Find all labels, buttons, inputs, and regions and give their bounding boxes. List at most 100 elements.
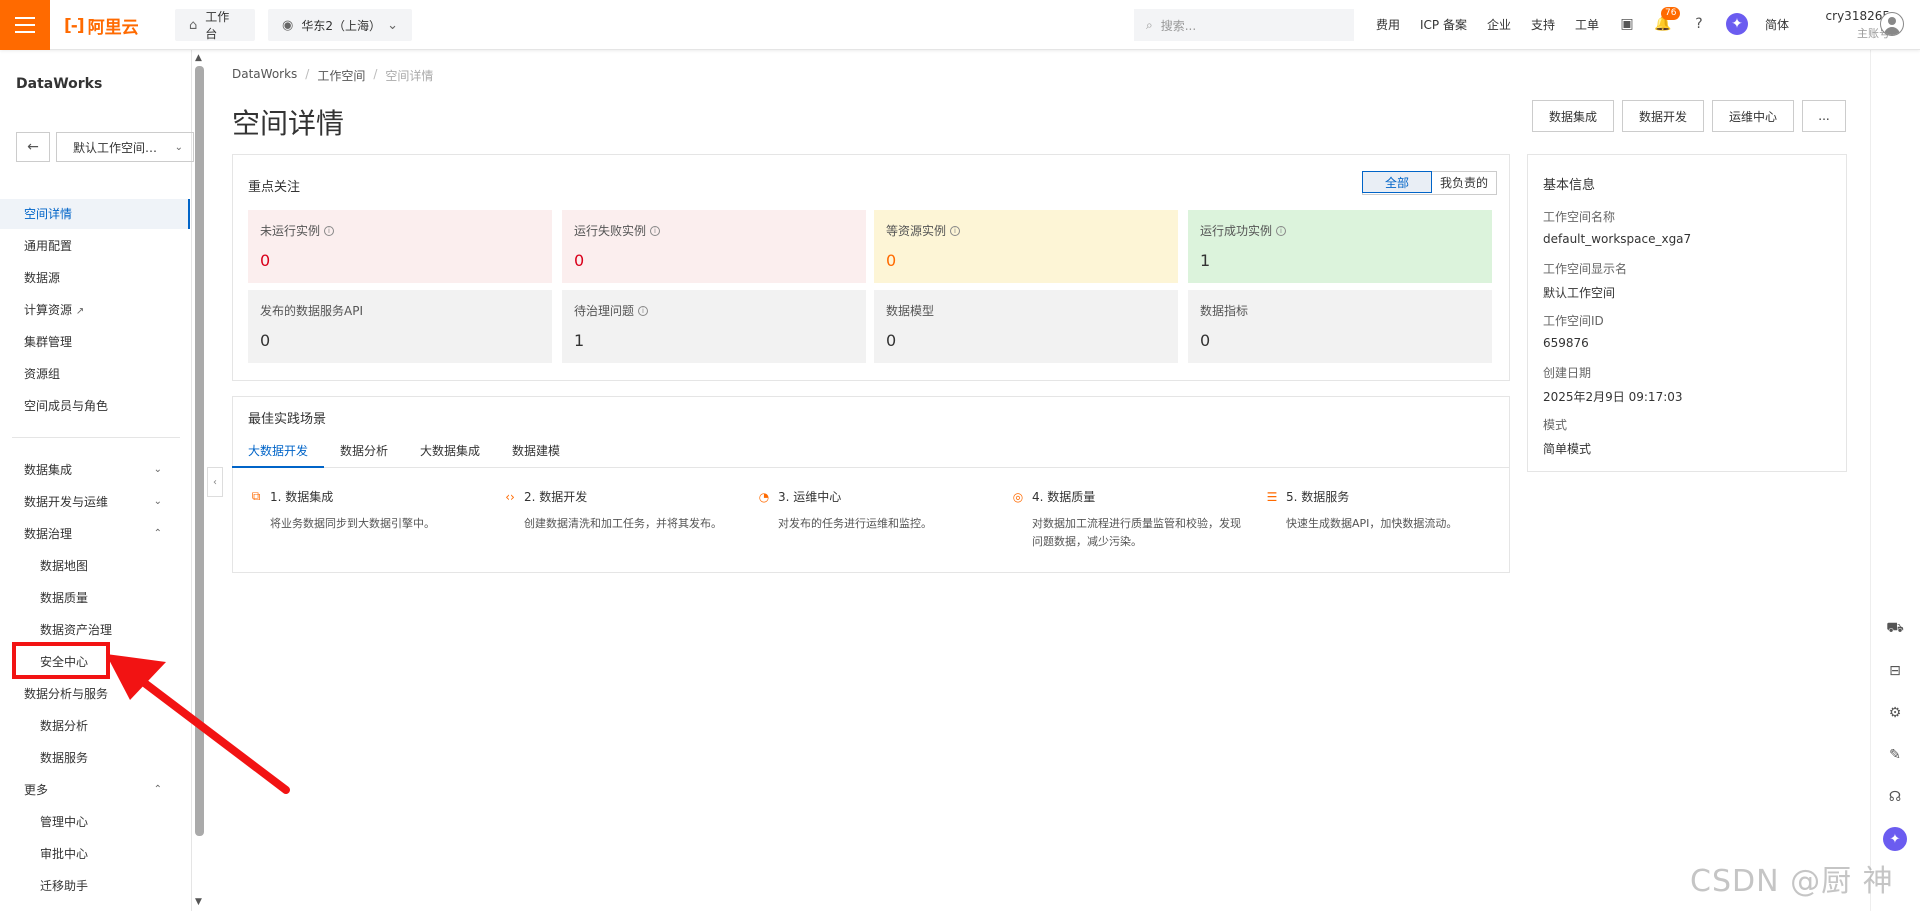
info-icon[interactable]: i [324,225,335,236]
stat-tile[interactable]: 未运行实例 i 0 [248,210,552,283]
stat-label: 待治理问题 i [574,302,854,319]
sidebar-item-datasource[interactable]: 数据源 [0,263,190,293]
tab-data-modeling[interactable]: 数据建模 [496,435,576,468]
sidebar-item-asset-governance[interactable]: 数据资产治理 [0,615,190,645]
chevron-down-icon: ⌄ [153,496,162,507]
sidebar-item-data-service[interactable]: 数据服务 [0,743,190,773]
stat-tile[interactable]: 待治理问题 i 1 [562,290,866,363]
link-cost[interactable]: 费用 [1376,16,1400,33]
aliyun-logo[interactable]: [-] 阿里云 [64,13,139,39]
link-ticket[interactable]: 工单 [1575,16,1599,33]
help-icon[interactable]: ? [1688,13,1710,35]
practice-step[interactable]: ◔ 3. 运维中心 对发布的任务进行运维和监控。 [756,488,996,533]
practice-step[interactable]: ⧉ 1. 数据集成 将业务数据同步到大数据引擎中。 [248,488,488,533]
sidebar-scrollbar[interactable] [195,66,204,836]
info-icon[interactable]: i [650,225,661,236]
sidebar-item-data-analysis[interactable]: 数据分析 [0,711,190,741]
link-icp[interactable]: ICP 备案 [1420,16,1467,33]
focus-filter-toggle: 全部 我负责的 [1362,171,1498,195]
practice-step[interactable]: ‹› 2. 数据开发 创建数据清洗和加工任务，并将其发布。 [502,488,742,533]
info-icon[interactable]: i [950,225,961,236]
ops-center-button[interactable]: 运维中心 [1712,100,1794,132]
sidebar-item-compute[interactable]: 计算资源 ↗ [0,295,190,325]
sidebar-item-general-config[interactable]: 通用配置 [0,231,190,261]
stat-tile[interactable]: 运行失败实例 i 0 [562,210,866,283]
practice-step[interactable]: ◎ 4. 数据质量 对数据加工流程进行质量监管和校验，发现问题数据，减少污染。 [1010,488,1250,551]
gear-icon[interactable]: ⚙ [1883,701,1907,725]
search-input[interactable]: ⌕ 搜索... [1134,9,1354,41]
link-support[interactable]: 支持 [1531,16,1555,33]
edit-icon[interactable]: ✎ [1883,743,1907,767]
ai-assistant-icon[interactable]: ✦ [1883,827,1907,851]
workspace-select[interactable]: 默认工作空间… ⌄ [56,132,194,162]
sidebar-item-data-map[interactable]: 数据地图 [0,551,190,581]
bell-icon[interactable]: 🔔 76 [1652,7,1681,35]
sidebar-item-label: 数据分析与服务 [24,687,109,701]
top-bar: [-] 阿里云 ⌂ 工作台 ◉ 华东2（上海） ⌄ ⌕ 搜索... 费用 ICP… [0,0,1920,50]
collapse-sidebar-icon[interactable]: ‹ [207,467,223,497]
filter-all[interactable]: 全部 [1362,171,1433,193]
sidebar-item-label: 通用配置 [24,239,73,253]
more-button[interactable]: ... [1802,100,1846,132]
breadcrumb-item[interactable]: 工作空间 [317,67,365,84]
breadcrumb-separator: / [373,67,378,81]
sidebar-item-management[interactable]: 管理中心 [0,807,190,837]
info-icon[interactable]: i [1276,225,1287,236]
back-button[interactable]: ← [16,132,50,162]
scroll-up-icon[interactable]: ▲ [195,53,202,63]
sidebar-item-members[interactable]: 空间成员与角色 [0,391,190,421]
stat-label: 发布的数据服务API [260,302,540,319]
sidebar-item-space-detail[interactable]: 空间详情 [0,199,190,229]
scroll-down-icon[interactable]: ▼ [195,897,202,907]
region-select[interactable]: ◉ 华东2（上海） ⌄ [268,9,412,41]
breadcrumb-item[interactable]: DataWorks [232,67,297,84]
sidebar-item-label: 安全中心 [40,655,89,669]
page-title: 空间详情 [232,107,345,140]
tool-icon[interactable]: ⊟ [1883,659,1907,683]
user-info[interactable]: cry318265 主账号 [1802,8,1890,42]
cart-icon[interactable]: ⛟ [1883,617,1907,641]
step-desc: 创建数据清洗和加工任务，并将其发布。 [524,517,722,530]
language-switch[interactable]: 简体 [1765,16,1789,33]
sidebar-item-label: 数据服务 [40,751,89,765]
stat-label: 未运行实例 i [260,222,540,239]
stat-tile[interactable]: 数据指标 0 [1188,290,1492,363]
sidebar-group-dev-ops[interactable]: 数据开发与运维 ⌄ [0,487,190,517]
stat-label-text: 未运行实例 [260,224,321,238]
headset-icon[interactable]: ☊ [1883,785,1907,809]
sidebar-item-security-center[interactable]: 安全中心 [0,647,190,677]
workbench-button[interactable]: ⌂ 工作台 [175,9,255,41]
focus-card-title: 重点关注 [248,180,301,195]
info-value: default_workspace_xga7 [1543,232,1692,246]
data-integration-button[interactable]: 数据集成 [1532,100,1614,132]
sidebar-group-more[interactable]: 更多 ⌃ [0,775,190,805]
terminal-icon[interactable]: ▣ [1616,13,1638,35]
menu-icon[interactable] [0,0,50,50]
sidebar-item-cluster[interactable]: 集群管理 [0,327,190,357]
sidebar-item-approval[interactable]: 审批中心 [0,839,190,869]
sidebar-item-resource-group[interactable]: 资源组 [0,359,190,389]
tab-data-analysis[interactable]: 数据分析 [324,435,404,468]
sidebar-group-data-integration[interactable]: 数据集成 ⌄ [0,455,190,485]
stat-tile[interactable]: 运行成功实例 i 1 [1188,210,1492,283]
sidebar-group-analysis-service[interactable]: 数据分析与服务 [0,679,190,709]
info-label: 工作空间显示名 [1543,262,1628,276]
link-enterprise[interactable]: 企业 [1487,16,1511,33]
tab-big-data-dev[interactable]: 大数据开发 [232,435,325,468]
sidebar-item-data-quality[interactable]: 数据质量 [0,583,190,613]
data-dev-button[interactable]: 数据开发 [1622,100,1704,132]
sidebar-item-migration[interactable]: 迁移助手 [0,871,190,901]
tab-big-data-integration[interactable]: 大数据集成 [404,435,496,468]
chevron-down-icon: ⌄ [387,17,398,33]
info-icon[interactable]: i [638,305,649,316]
sidebar-group-governance[interactable]: 数据治理 ⌃ [0,519,190,549]
filter-mine[interactable]: 我负责的 [1432,172,1496,194]
ai-assistant-icon[interactable]: ✦ [1726,13,1748,35]
stat-tile[interactable]: 数据模型 0 [874,290,1178,363]
avatar[interactable] [1880,12,1904,36]
practice-step[interactable]: ☰ 5. 数据服务 快速生成数据API，加快数据流动。 [1264,488,1504,533]
stat-tile[interactable]: 发布的数据服务API 0 [248,290,552,363]
stat-tile[interactable]: 等资源实例 i 0 [874,210,1178,283]
location-icon: ◉ [282,17,294,33]
quality-icon: ◎ [1012,489,1024,504]
